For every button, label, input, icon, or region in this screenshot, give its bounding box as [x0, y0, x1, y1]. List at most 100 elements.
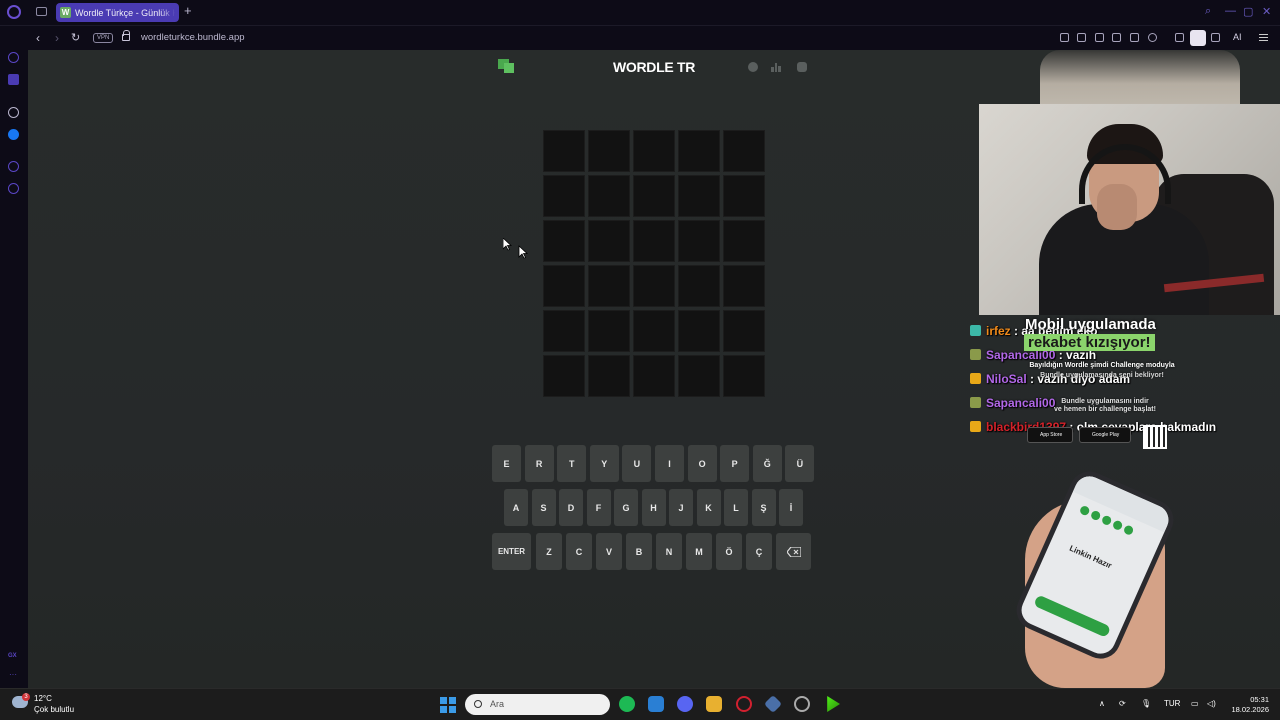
chatgpt-icon[interactable] — [8, 107, 19, 118]
sync-icon[interactable]: ⟳ — [1119, 699, 1126, 708]
url-field[interactable]: wordleturkce.bundle.app — [141, 32, 245, 43]
facebook-messenger-icon[interactable] — [8, 129, 19, 140]
phone-dot — [1078, 504, 1091, 517]
temperature[interactable]: 12°C — [34, 694, 52, 703]
phone-dot — [1100, 514, 1113, 527]
menu-icon[interactable] — [1259, 34, 1268, 41]
forward-button[interactable]: › — [55, 30, 59, 46]
tray-chevron-icon[interactable]: ∧ — [1099, 699, 1105, 708]
profile-avatar[interactable] — [1190, 30, 1206, 46]
ai-button[interactable]: AI — [1233, 32, 1242, 42]
stats-icon[interactable] — [771, 62, 781, 72]
game-board — [543, 130, 765, 398]
key-a[interactable]: A — [504, 489, 528, 526]
key-b[interactable]: B — [626, 533, 652, 570]
kick-icon[interactable] — [827, 696, 840, 712]
webcam-overlay — [979, 104, 1280, 315]
weather-description[interactable]: Çok bulutlu — [34, 705, 74, 714]
opera-logo-icon[interactable] — [7, 5, 21, 19]
key-g[interactable]: G — [614, 489, 638, 526]
extensions-icon[interactable] — [1175, 33, 1184, 42]
app-icon[interactable] — [763, 694, 783, 714]
new-tab-button[interactable]: + — [184, 4, 192, 18]
file-explorer-icon[interactable] — [706, 696, 722, 712]
microphone-icon[interactable]: 🎙 — [1141, 699, 1151, 708]
snapshot-icon[interactable] — [1077, 33, 1086, 42]
key-h[interactable]: H — [641, 489, 666, 526]
key-i̇[interactable]: İ — [779, 489, 803, 526]
key-k[interactable]: K — [696, 489, 721, 526]
key-t[interactable]: T — [557, 445, 587, 482]
key-e[interactable]: E — [492, 445, 521, 482]
close-button[interactable]: ✕ — [1262, 5, 1271, 18]
vpn-badge[interactable]: VPN — [93, 33, 114, 43]
key-l[interactable]: L — [724, 489, 748, 526]
minimize-button[interactable]: — — [1225, 5, 1236, 17]
heart-icon[interactable] — [1148, 33, 1157, 42]
spotify-icon[interactable] — [619, 696, 635, 712]
board-tile — [588, 265, 630, 307]
key-o[interactable]: O — [687, 445, 717, 482]
volume-icon[interactable]: ◁) — [1207, 699, 1216, 708]
taskbar-search[interactable]: Ara — [465, 694, 610, 715]
key-ü[interactable]: Ü — [785, 445, 815, 482]
windows-start-icon[interactable] — [440, 697, 456, 713]
gx-label[interactable]: GX — [8, 653, 17, 659]
enter-key[interactable]: ENTER — [492, 533, 531, 570]
key-v[interactable]: V — [596, 533, 622, 570]
board-tile — [723, 310, 765, 352]
key-m[interactable]: M — [686, 533, 712, 570]
key-r[interactable]: R — [524, 445, 554, 482]
key-n[interactable]: N — [656, 533, 682, 570]
bookmark-icon[interactable] — [1060, 33, 1069, 42]
clock[interactable]: 05:31 18.02.2026 — [1227, 695, 1269, 715]
key-i[interactable]: I — [655, 445, 684, 482]
gear-icon[interactable] — [797, 62, 807, 72]
tab-bar: W Wordle Türkçe - Günlük Ke + ⌕ — ▢ ✕ — [0, 0, 1280, 26]
key-f[interactable]: F — [586, 489, 611, 526]
maximize-button[interactable]: ▢ — [1243, 5, 1253, 18]
bundle-logo-icon[interactable] — [498, 59, 514, 73]
messenger-app-icon[interactable] — [8, 74, 19, 85]
key-z[interactable]: Z — [536, 533, 562, 570]
key-ş[interactable]: Ş — [751, 489, 776, 526]
search-tabs-icon[interactable]: ⌕ — [1205, 5, 1211, 18]
board-tile — [678, 175, 720, 217]
aria-icon[interactable] — [8, 52, 19, 63]
key-p[interactable]: P — [720, 445, 750, 482]
key-c[interactable]: C — [566, 533, 592, 570]
ad-line-4: ve hemen bir challenge başlat! — [1054, 406, 1156, 413]
history-icon[interactable] — [8, 161, 19, 172]
key-ç[interactable]: Ç — [746, 533, 772, 570]
key-j[interactable]: J — [669, 489, 693, 526]
more-icon[interactable]: ··· — [9, 670, 17, 679]
chatgpt-taskbar-icon[interactable] — [794, 696, 810, 712]
key-d[interactable]: D — [559, 489, 583, 526]
lock-icon[interactable] — [122, 30, 130, 41]
player-icon[interactable] — [1130, 33, 1139, 42]
translate-icon[interactable] — [1112, 33, 1121, 42]
download-icon[interactable] — [1211, 33, 1220, 42]
language-indicator[interactable]: TUR — [1164, 699, 1180, 708]
reload-button[interactable]: ↻ — [71, 30, 80, 46]
phone-text: Linkin Hazır — [1068, 543, 1114, 571]
back-button[interactable]: ‹ — [36, 30, 40, 46]
key-ğ[interactable]: Ğ — [752, 445, 782, 482]
info-icon[interactable] — [748, 62, 758, 72]
settings-icon[interactable] — [8, 183, 19, 194]
mail-icon[interactable] — [648, 696, 664, 712]
tab-manager-icon[interactable] — [36, 7, 47, 16]
board-tile — [588, 220, 630, 262]
tab-wordle[interactable]: W Wordle Türkçe - Günlük Ke — [56, 3, 179, 22]
phone-button — [1033, 594, 1112, 638]
key-ö[interactable]: Ö — [716, 533, 742, 570]
shield-icon[interactable] — [1095, 33, 1104, 42]
key-s[interactable]: S — [531, 489, 556, 526]
backspace-icon[interactable] — [776, 533, 811, 570]
opera-gx-icon[interactable] — [736, 696, 752, 712]
key-u[interactable]: U — [622, 445, 652, 482]
phone-ad-image: Linkin Hazır — [1010, 460, 1190, 688]
monitor-icon[interactable]: ▭ — [1191, 699, 1199, 708]
key-y[interactable]: Y — [589, 445, 619, 482]
discord-icon[interactable] — [677, 696, 693, 712]
